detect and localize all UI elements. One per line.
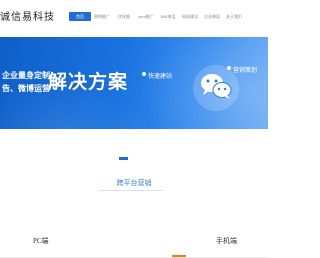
banner-text-line1: 企业量身定制	[2, 71, 50, 80]
banner-dot-icon	[142, 72, 146, 76]
carousel-indicator[interactable]	[119, 157, 128, 160]
nav-item-seo[interactable]: 优化推	[113, 12, 135, 21]
hero-banner[interactable]: 企业量身定制 告、微博运营 解决方案 快速建站 营销策划	[0, 37, 268, 129]
nav-item-marketing[interactable]: 营销推广	[91, 12, 113, 21]
nav-item-enterprise-mail[interactable]: 企业邮局	[201, 12, 223, 21]
section-divider	[99, 190, 163, 191]
main-nav: 首页 营销推广 优化推 sem推广 800电话 网站建设 企业邮局 关于我们	[69, 12, 245, 21]
banner-headline: 解决方案	[48, 72, 129, 93]
nav-item-about[interactable]: 关于我们	[223, 12, 245, 21]
section-title: 跨平台营销	[116, 180, 152, 187]
platform-label-mobile[interactable]: 手机端	[216, 236, 237, 246]
platform-label-pc[interactable]: PC端	[33, 236, 49, 246]
nav-item-website-build[interactable]: 网站建设	[179, 12, 201, 21]
banner-label-quick-build: 快速建站	[148, 74, 173, 80]
banner-text-line2: 告、微博运营	[2, 84, 50, 93]
banner-label-marketing-plan: 营销策划	[233, 68, 258, 74]
nav-item-phone-800[interactable]: 800电话	[157, 12, 179, 21]
site-logo[interactable]: 诚信易科技	[0, 8, 55, 23]
header: 诚信易科技 首页 营销推广 优化推 sem推广 800电话 网站建设 企业邮局 …	[0, 0, 268, 36]
nav-item-sem[interactable]: sem推广	[135, 12, 157, 21]
nav-item-home[interactable]: 首页	[69, 12, 91, 21]
wechat-icon	[201, 74, 232, 99]
